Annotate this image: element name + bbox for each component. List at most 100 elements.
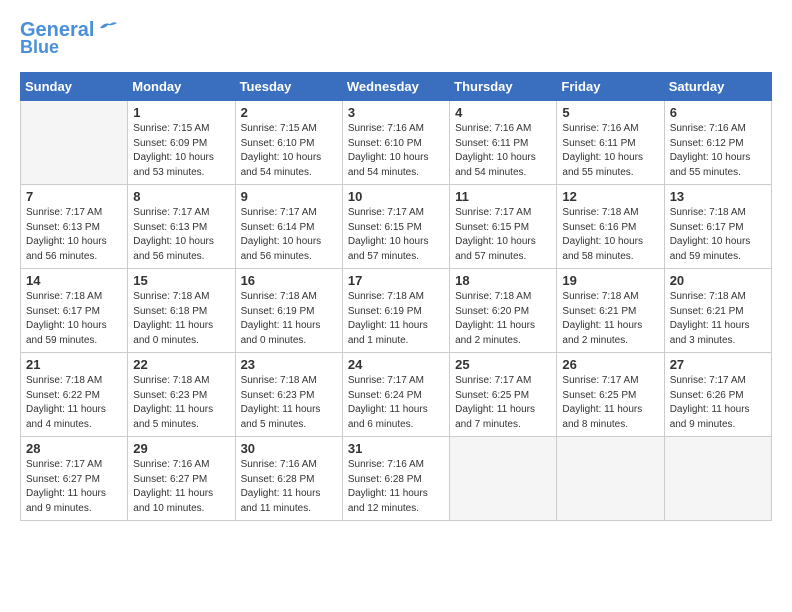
day-number: 16 xyxy=(241,273,337,288)
day-number: 18 xyxy=(455,273,551,288)
calendar-cell: 23 Sunrise: 7:18 AMSunset: 6:23 PMDayligh… xyxy=(235,353,342,437)
column-header-tuesday: Tuesday xyxy=(235,73,342,101)
column-header-sunday: Sunday xyxy=(21,73,128,101)
calendar-header-row: SundayMondayTuesdayWednesdayThursdayFrid… xyxy=(21,73,772,101)
calendar-cell: 9 Sunrise: 7:17 AMSunset: 6:14 PMDaylight… xyxy=(235,185,342,269)
day-number: 15 xyxy=(133,273,229,288)
calendar-cell: 11Sunrise: 7:17 AMSunset: 6:15 PMDayligh… xyxy=(450,185,557,269)
calendar-cell: 2 Sunrise: 7:15 AMSunset: 6:10 PMDaylight… xyxy=(235,101,342,185)
day-number: 11 xyxy=(455,189,551,204)
calendar-cell: 25 Sunrise: 7:17 AMSunset: 6:25 PMDayligh… xyxy=(450,353,557,437)
day-info: Sunrise: 7:17 AMSunset: 6:13 PMDaylight:… xyxy=(26,206,122,264)
day-info: Sunrise: 7:17 AMSunset: 6:27 PMDaylight:… xyxy=(26,458,122,516)
day-info: Sunrise: 7:16 AMSunset: 6:11 PMDaylight:… xyxy=(455,122,551,180)
day-number: 2 xyxy=(241,105,337,120)
calendar-cell: 14 Sunrise: 7:18 AMSunset: 6:17 PMDayligh… xyxy=(21,269,128,353)
day-info: Sunrise: 7:17 AMSunset: 6:14 PMDaylight:… xyxy=(241,206,337,264)
day-number: 17 xyxy=(348,273,444,288)
day-info: Sunrise: 7:17 AMSunset: 6:25 PMDaylight:… xyxy=(455,374,551,432)
day-number: 25 xyxy=(455,357,551,372)
calendar-cell: 18 Sunrise: 7:18 AMSunset: 6:20 PMDayligh… xyxy=(450,269,557,353)
calendar-cell: 28 Sunrise: 7:17 AMSunset: 6:27 PMDayligh… xyxy=(21,437,128,521)
calendar-cell: 24 Sunrise: 7:17 AMSunset: 6:24 PMDayligh… xyxy=(342,353,449,437)
column-header-thursday: Thursday xyxy=(450,73,557,101)
calendar-cell: 10 Sunrise: 7:17 AMSunset: 6:15 PMDayligh… xyxy=(342,185,449,269)
calendar-cell xyxy=(664,437,771,521)
calendar-cell: 21 Sunrise: 7:18 AMSunset: 6:22 PMDayligh… xyxy=(21,353,128,437)
calendar-cell: 3Sunrise: 7:16 AMSunset: 6:10 PMDaylight… xyxy=(342,101,449,185)
day-number: 9 xyxy=(241,189,337,204)
day-info: Sunrise: 7:18 AMSunset: 6:19 PMDaylight:… xyxy=(241,290,337,348)
calendar-table: SundayMondayTuesdayWednesdayThursdayFrid… xyxy=(20,72,772,521)
day-number: 12 xyxy=(562,189,658,204)
day-info: Sunrise: 7:18 AMSunset: 6:23 PMDaylight:… xyxy=(133,374,229,432)
day-info: Sunrise: 7:16 AMSunset: 6:11 PMDaylight:… xyxy=(562,122,658,180)
day-info: Sunrise: 7:16 AMSunset: 6:12 PMDaylight:… xyxy=(670,122,766,180)
calendar-cell: 30Sunrise: 7:16 AMSunset: 6:28 PMDayligh… xyxy=(235,437,342,521)
day-info: Sunrise: 7:15 AMSunset: 6:09 PMDaylight:… xyxy=(133,122,229,180)
calendar-cell: 19 Sunrise: 7:18 AMSunset: 6:21 PMDayligh… xyxy=(557,269,664,353)
calendar-cell: 7Sunrise: 7:17 AMSunset: 6:13 PMDaylight… xyxy=(21,185,128,269)
day-info: Sunrise: 7:17 AMSunset: 6:15 PMDaylight:… xyxy=(348,206,444,264)
day-number: 3 xyxy=(348,105,444,120)
day-number: 29 xyxy=(133,441,229,456)
day-number: 14 xyxy=(26,273,122,288)
day-info: Sunrise: 7:18 AMSunset: 6:16 PMDaylight:… xyxy=(562,206,658,264)
calendar-cell: 22 Sunrise: 7:18 AMSunset: 6:23 PMDayligh… xyxy=(128,353,235,437)
day-info: Sunrise: 7:17 AMSunset: 6:13 PMDaylight:… xyxy=(133,206,229,264)
day-info: Sunrise: 7:18 AMSunset: 6:17 PMDaylight:… xyxy=(26,290,122,348)
day-info: Sunrise: 7:15 AMSunset: 6:10 PMDaylight:… xyxy=(241,122,337,180)
calendar-week-3: 14 Sunrise: 7:18 AMSunset: 6:17 PMDayligh… xyxy=(21,269,772,353)
calendar-cell: 27 Sunrise: 7:17 AMSunset: 6:26 PMDayligh… xyxy=(664,353,771,437)
day-number: 20 xyxy=(670,273,766,288)
day-number: 30 xyxy=(241,441,337,456)
column-header-friday: Friday xyxy=(557,73,664,101)
day-number: 27 xyxy=(670,357,766,372)
day-number: 22 xyxy=(133,357,229,372)
day-info: Sunrise: 7:17 AMSunset: 6:24 PMDaylight:… xyxy=(348,374,444,432)
day-number: 31 xyxy=(348,441,444,456)
logo: General Blue xyxy=(20,20,118,56)
calendar-cell: 29 Sunrise: 7:16 AMSunset: 6:27 PMDayligh… xyxy=(128,437,235,521)
calendar-cell: 31 Sunrise: 7:16 AMSunset: 6:28 PMDayligh… xyxy=(342,437,449,521)
day-number: 23 xyxy=(241,357,337,372)
day-number: 10 xyxy=(348,189,444,204)
day-info: Sunrise: 7:18 AMSunset: 6:19 PMDaylight:… xyxy=(348,290,444,348)
day-number: 4 xyxy=(455,105,551,120)
day-info: Sunrise: 7:17 AMSunset: 6:26 PMDaylight:… xyxy=(670,374,766,432)
day-info: Sunrise: 7:16 AMSunset: 6:27 PMDaylight:… xyxy=(133,458,229,516)
day-info: Sunrise: 7:18 AMSunset: 6:21 PMDaylight:… xyxy=(562,290,658,348)
day-info: Sunrise: 7:16 AMSunset: 6:28 PMDaylight:… xyxy=(348,458,444,516)
page-header: General Blue xyxy=(20,20,772,56)
day-number: 24 xyxy=(348,357,444,372)
calendar-week-4: 21 Sunrise: 7:18 AMSunset: 6:22 PMDayligh… xyxy=(21,353,772,437)
day-number: 28 xyxy=(26,441,122,456)
day-info: Sunrise: 7:18 AMSunset: 6:21 PMDaylight:… xyxy=(670,290,766,348)
day-info: Sunrise: 7:18 AMSunset: 6:23 PMDaylight:… xyxy=(241,374,337,432)
day-info: Sunrise: 7:18 AMSunset: 6:22 PMDaylight:… xyxy=(26,374,122,432)
day-number: 8 xyxy=(133,189,229,204)
day-info: Sunrise: 7:18 AMSunset: 6:20 PMDaylight:… xyxy=(455,290,551,348)
calendar-cell xyxy=(450,437,557,521)
day-number: 26 xyxy=(562,357,658,372)
column-header-saturday: Saturday xyxy=(664,73,771,101)
calendar-cell: 16 Sunrise: 7:18 AMSunset: 6:19 PMDayligh… xyxy=(235,269,342,353)
logo-bird-icon xyxy=(96,20,118,36)
calendar-week-2: 7Sunrise: 7:17 AMSunset: 6:13 PMDaylight… xyxy=(21,185,772,269)
calendar-week-5: 28 Sunrise: 7:17 AMSunset: 6:27 PMDayligh… xyxy=(21,437,772,521)
calendar-cell: 26Sunrise: 7:17 AMSunset: 6:25 PMDayligh… xyxy=(557,353,664,437)
day-number: 19 xyxy=(562,273,658,288)
calendar-cell: 4 Sunrise: 7:16 AMSunset: 6:11 PMDaylight… xyxy=(450,101,557,185)
day-info: Sunrise: 7:18 AMSunset: 6:17 PMDaylight:… xyxy=(670,206,766,264)
day-number: 1 xyxy=(133,105,229,120)
day-info: Sunrise: 7:18 AMSunset: 6:18 PMDaylight:… xyxy=(133,290,229,348)
calendar-cell xyxy=(21,101,128,185)
column-header-monday: Monday xyxy=(128,73,235,101)
calendar-cell xyxy=(557,437,664,521)
calendar-cell: 1 Sunrise: 7:15 AMSunset: 6:09 PMDaylight… xyxy=(128,101,235,185)
calendar-cell: 8 Sunrise: 7:17 AMSunset: 6:13 PMDaylight… xyxy=(128,185,235,269)
column-header-wednesday: Wednesday xyxy=(342,73,449,101)
day-number: 21 xyxy=(26,357,122,372)
calendar-week-1: 1 Sunrise: 7:15 AMSunset: 6:09 PMDaylight… xyxy=(21,101,772,185)
calendar-cell: 13Sunrise: 7:18 AMSunset: 6:17 PMDayligh… xyxy=(664,185,771,269)
